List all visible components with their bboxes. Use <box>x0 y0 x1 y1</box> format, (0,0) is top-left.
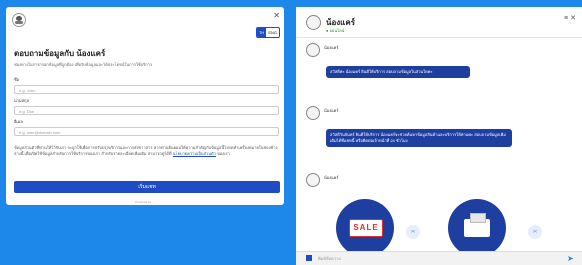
chat-panel: น้องแคร์ ● ออนไลน์ ≡✕ น้องแคร์ สวัสดีค่ะ… <box>296 7 582 265</box>
carousel-nav-icon[interactable]: ›‹ <box>528 225 542 239</box>
product-carousel[interactable]: SALE ›‹ ›‹ <box>296 197 582 257</box>
chat-input-bar: พิมพ์ข้อความ ➤ <box>296 251 582 265</box>
carousel-card-sale[interactable]: SALE <box>336 199 394 257</box>
powered-by-footer: Powered by ... <box>135 200 155 204</box>
first-name-input[interactable]: e.g. John <box>14 85 279 94</box>
chat-bubble: สวัสดีค่ะ น้องแคร์ ยินดีให้บริการ สอบถาม… <box>326 66 470 78</box>
chat-bubble: สวัสดีวันจันทร์ ยินดีให้บริการ น้องแคร์จ… <box>326 129 512 147</box>
chat-input[interactable]: พิมพ์ข้อความ <box>318 255 341 262</box>
attachment-icon[interactable] <box>306 255 312 261</box>
close-icon[interactable]: ✕ <box>570 15 578 22</box>
last-name-label: นามสกุล <box>14 98 29 103</box>
message-avatar <box>306 173 320 187</box>
message-avatar <box>306 43 320 57</box>
lang-eng[interactable]: ENG <box>266 28 279 37</box>
form-title: ตอบถามข้อมูลกับ น้องแคร์ <box>14 49 106 58</box>
chat-header-controls: ≡✕ <box>564 14 578 22</box>
email-input[interactable]: e.g. user@domain.com <box>14 127 279 136</box>
privacy-policy-link[interactable]: นโยบายความเป็นส่วนตัว <box>173 151 216 156</box>
message-sender: น้องแคร์ <box>324 175 339 180</box>
language-toggle[interactable]: TH ENG <box>255 27 280 38</box>
privacy-consent-text: ข้อมูลส่วนตัวที่ท่านให้ไว้กับเรา จะถูกใช… <box>14 145 278 156</box>
contact-form-panel: ✕ TH ENG ตอบถามข้อมูลกับ น้องแคร์ ช่องทา… <box>6 7 284 205</box>
message-avatar <box>306 106 320 120</box>
message-sender: น้องแคร์ <box>324 45 339 50</box>
header-divider <box>296 37 582 38</box>
email-label: อีเมล <box>14 119 23 124</box>
company-logo <box>12 13 26 27</box>
printer-icon <box>464 213 490 237</box>
message-sender: น้องแคร์ <box>324 108 339 113</box>
window-controls: ✕ <box>250 12 280 26</box>
carousel-card-printer[interactable] <box>448 199 506 257</box>
last-name-input[interactable]: e.g. Doe <box>14 106 279 115</box>
agent-status: ● ออนไลน์ <box>326 28 345 33</box>
sale-tag-icon: SALE <box>349 219 383 237</box>
close-icon[interactable]: ✕ <box>273 12 280 20</box>
lang-th[interactable]: TH <box>256 28 267 37</box>
form-subtitle: ช่องทางในการกรอกข้อมูลที่ถูกต้อง เพื่อรั… <box>14 62 153 67</box>
carousel-nav-icon[interactable]: ›‹ <box>406 225 420 239</box>
first-name-label: ชื่อ <box>14 77 20 82</box>
start-chat-button[interactable]: เริ่มแชท <box>14 181 280 193</box>
send-icon[interactable]: ➤ <box>567 254 576 263</box>
agent-avatar <box>306 15 321 30</box>
